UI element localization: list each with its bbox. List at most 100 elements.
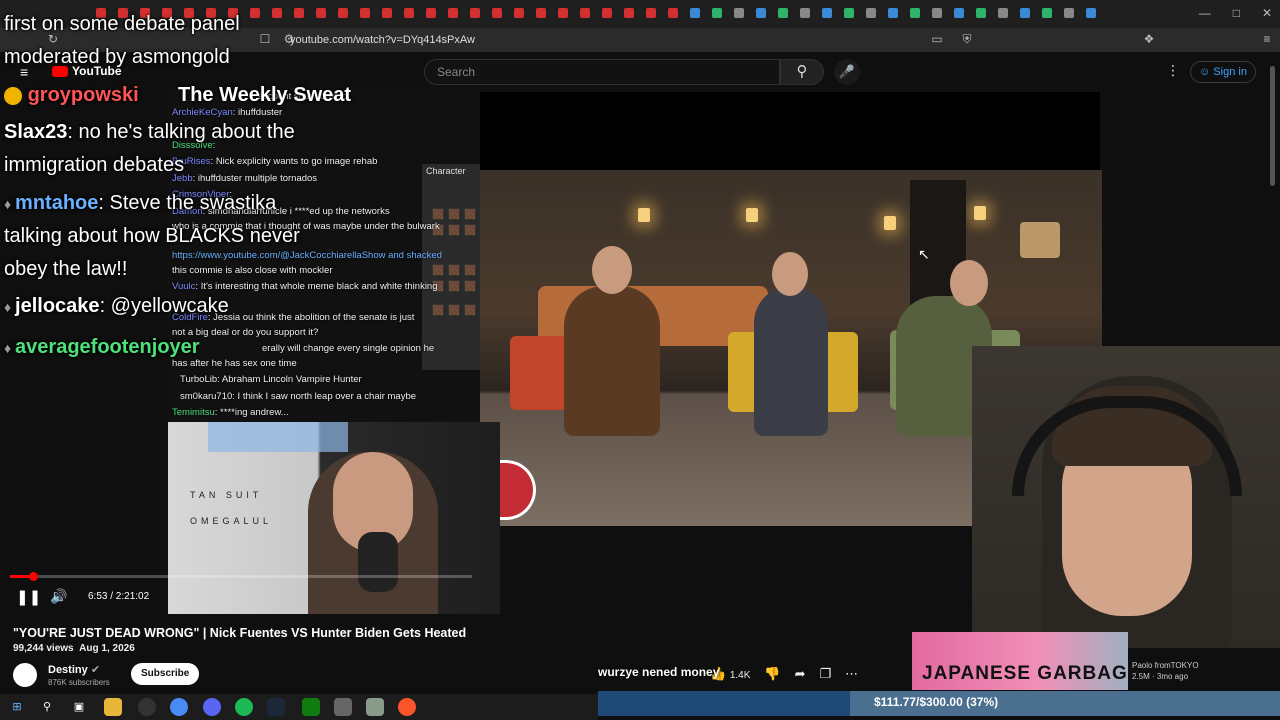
browser-tab[interactable] [580,8,590,18]
sign-in-button[interactable]: ☺ Sign in [1190,61,1256,83]
browser-tab[interactable] [844,8,854,18]
app-icon[interactable] [366,698,384,716]
video-actions: 👍 1.4K 👎 ➦ ❐ ⋯ [710,666,858,685]
badge-icon [4,86,22,105]
search-input[interactable]: Search [424,59,780,85]
xbox-icon[interactable] [302,698,320,716]
browser-tab[interactable] [712,8,722,18]
windows-start-icon[interactable]: ⊞ [8,698,26,716]
close-window-button[interactable]: ✕ [1262,6,1272,20]
browser-tab[interactable] [1086,8,1096,18]
taskbar [0,694,598,720]
task-view-icon[interactable]: ▣ [70,698,88,716]
subscriber-count: 876K subscribers [48,678,110,687]
brave-shield-icon[interactable]: ⛨ [958,30,976,48]
browser-tab[interactable] [888,8,898,18]
chrome-icon[interactable] [170,698,188,716]
obs-icon[interactable] [138,698,156,716]
browser-tab[interactable] [360,8,370,18]
subscribe-button[interactable]: Subscribe [131,663,200,685]
browser-tab[interactable] [492,8,502,18]
scrubber-handle[interactable] [29,572,38,581]
chat-line: this commie is also close with mockler [172,265,333,276]
dislike-icon[interactable]: 👎 [764,666,780,685]
browser-tab[interactable] [822,8,832,18]
streamer-webcam-2 [972,346,1280,648]
browser-tab[interactable] [668,8,678,18]
character-panel [422,164,480,370]
minimize-button[interactable]: — [1199,6,1211,20]
steam-icon[interactable] [267,698,285,716]
browser-tab[interactable] [690,8,700,18]
mic-icon[interactable]: 🎤 [834,59,860,85]
app-icon[interactable] [334,698,352,716]
browser-tab[interactable] [1042,8,1052,18]
verified-icon: ✔ [90,664,101,676]
browser-tab[interactable] [294,8,304,18]
brave-icon[interactable] [398,698,416,716]
overlay-chat-line: immigration debates [4,154,185,176]
browser-tab[interactable] [536,8,546,18]
browser-tab[interactable] [1064,8,1074,18]
browser-tab[interactable] [448,8,458,18]
browser-tab[interactable] [910,8,920,18]
chat-line: has after he has sex one time [172,358,297,369]
browser-tab[interactable] [1020,8,1030,18]
browser-tab[interactable] [404,8,414,18]
time-display: 6:53 / 2:21:02 [88,591,150,602]
progress-bar[interactable] [10,575,472,578]
page-scrollbar[interactable] [1270,66,1275,186]
browser-tab[interactable] [382,8,392,18]
search-taskbar-icon[interactable]: ⚲ [38,698,56,716]
browser-tab[interactable] [756,8,766,18]
mouse-cursor-icon: ↖ [918,246,930,262]
browser-tab[interactable] [800,8,810,18]
more-options-icon[interactable]: ⋮ [1166,62,1180,79]
cast-icon[interactable]: ▭ [928,30,946,48]
pause-icon[interactable]: ❚❚ [16,588,41,606]
browser-tab[interactable] [954,8,964,18]
browser-tab[interactable] [932,8,942,18]
badge-icon: ♦ [4,299,16,315]
volume-icon[interactable]: 🔊 [50,588,67,605]
browser-tab[interactable] [602,8,612,18]
channel-name[interactable]: Destiny ✔ [48,663,100,676]
chat-line: sm0karu710: I think I saw north leap ove… [180,391,417,402]
overlay-chat-line: talking about how BLACKS never [4,225,300,247]
search-icon[interactable]: ⚲ [780,59,824,85]
browser-tab[interactable] [624,8,634,18]
browser-tab[interactable] [558,8,568,18]
extensions-icon[interactable]: ❖ [1140,30,1158,48]
menu-icon[interactable]: ≡ [1258,30,1276,48]
browser-tab[interactable] [976,8,986,18]
browser-tab[interactable] [998,8,1008,18]
chat-link[interactable]: https://www.youtube.com/@JackCocchiarell… [172,250,442,261]
chat-line: Jebb: ihuffduster multiple tornados [172,173,318,184]
bookmark-icon[interactable]: ☐ [256,30,274,48]
video-title: "YOU'RE JUST DEAD WRONG" | Nick Fuentes … [13,626,467,640]
browser-tab[interactable] [250,8,260,18]
browser-tab[interactable] [514,8,524,18]
browser-tab[interactable] [470,8,480,18]
overlay-chat-line: moderated by asmongold [4,46,230,68]
more-actions-icon[interactable]: ⋯ [845,666,858,685]
spotify-icon[interactable] [235,698,253,716]
file-explorer-icon[interactable] [104,698,122,716]
share-icon[interactable]: ➦ [795,666,806,685]
browser-tab[interactable] [272,8,282,18]
character-panel-label: Character [426,166,466,176]
browser-tab[interactable] [778,8,788,18]
browser-tab[interactable] [316,8,326,18]
browser-tab[interactable] [426,8,436,18]
maximize-button[interactable]: □ [1233,6,1240,20]
browser-tab[interactable] [866,8,876,18]
browser-tab[interactable] [734,8,744,18]
url-field[interactable]: youtube.com/watch?v=DYq414sPxAw [290,28,475,52]
channel-avatar[interactable] [13,663,37,687]
browser-tab[interactable] [646,8,656,18]
badge-icon: ♦ [4,196,16,212]
discord-icon[interactable] [203,698,221,716]
save-icon[interactable]: ❐ [819,666,831,685]
chat-line: Temimitsu: ****ing andrew... [172,407,289,418]
browser-tab[interactable] [338,8,348,18]
